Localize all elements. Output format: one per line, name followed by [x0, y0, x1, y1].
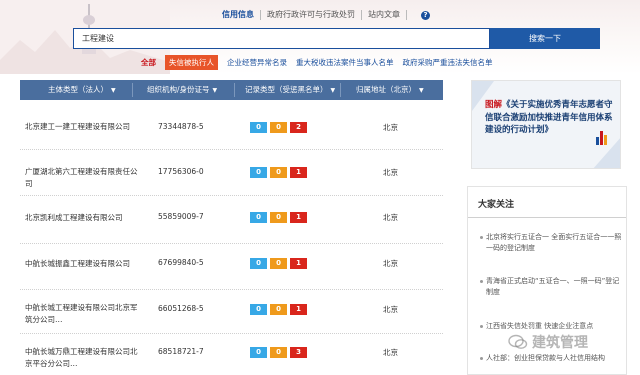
- tab-site-articles[interactable]: 站内文章: [362, 10, 407, 20]
- record-count-badge[interactable]: 0: [270, 212, 287, 223]
- entity-name-link[interactable]: 广厦湖北第六工程建设有限责任公司: [25, 166, 143, 190]
- news-item[interactable]: 人社部：创业担保贷款与人社信用结构: [480, 353, 626, 364]
- org-code: 67699840-5: [158, 258, 204, 267]
- entity-name-link[interactable]: 北京凯利成工程建设有限公司: [25, 212, 143, 224]
- column-record-type[interactable]: 记录类型（受惩黑名单） ▼: [245, 80, 335, 100]
- tab-credit-info[interactable]: 信用信息: [216, 10, 261, 20]
- table-row[interactable]: 中航长城工程建设有限公司北京军筑分公司… 66051268-5 0 0 1 北京: [20, 290, 443, 334]
- news-link[interactable]: 人社部：创业担保贷款与人社信用结构: [486, 354, 605, 362]
- panel-title: 大家关注: [478, 200, 515, 210]
- sort-down-icon: ▼: [419, 87, 424, 94]
- promo-banner[interactable]: 图解《关于实施优秀青年志愿者守信联合激励加快推进青年信用体系建设的行动计划》: [471, 80, 621, 169]
- org-code: 73344878-5: [158, 122, 204, 131]
- record-count-badge[interactable]: 0: [250, 347, 267, 358]
- org-code: 17756306-0: [158, 167, 204, 176]
- news-link[interactable]: 青海省正式启动“五证合一、一照一码”登记制度: [486, 277, 619, 296]
- table-row[interactable]: 中航长城万鼎工程建设有限公司北京平谷分公司… 68518721-7 0 0 3 …: [20, 334, 443, 375]
- divider: [468, 217, 626, 218]
- record-count-badge[interactable]: 3: [290, 347, 307, 358]
- record-count-badge[interactable]: 0: [270, 167, 287, 178]
- entity-name-link[interactable]: 北京建工一建工程建设有限公司: [25, 121, 143, 133]
- header: 信用信息 政府行政许可与行政处罚 站内文章 ? 工程建设 搜索一下 全部 失信被…: [0, 0, 640, 74]
- divider: [340, 83, 341, 97]
- region: 北京: [383, 213, 398, 222]
- filter-tax-violation[interactable]: 重大税收违法案件当事人名单: [296, 57, 394, 68]
- news-item[interactable]: 青海省正式启动“五证合一、一照一码”登记制度: [480, 276, 626, 298]
- bullet-icon: [480, 236, 483, 239]
- column-entity-type[interactable]: 主体类型（法人） ▼: [48, 80, 116, 100]
- news-link[interactable]: 江西省失信处罚重 快速企业注意点: [486, 322, 593, 330]
- region: 北京: [383, 259, 398, 268]
- news-item[interactable]: 江西省失信处罚重 快速企业注意点: [480, 321, 626, 332]
- org-code: 68518721-7: [158, 347, 204, 356]
- wechat-icon: [508, 334, 528, 349]
- promo-prefix: 图解: [485, 100, 503, 110]
- table-row[interactable]: 北京凯利成工程建设有限公司 55859009-7 0 0 1 北京: [20, 196, 443, 244]
- filter-business-abnormal[interactable]: 企业经营异常名录: [227, 57, 287, 68]
- record-count-badge[interactable]: 1: [290, 212, 307, 223]
- record-count-badge[interactable]: 1: [290, 167, 307, 178]
- help-icon[interactable]: ?: [421, 10, 430, 20]
- sort-down-icon: ▼: [330, 87, 336, 94]
- record-count-badge[interactable]: 0: [250, 167, 267, 178]
- news-link[interactable]: 北京将实行五证合一 全面实行五证合一一照一码的登记制度: [486, 233, 621, 252]
- record-badges: 0 0 1: [250, 258, 310, 269]
- promo-title: 图解《关于实施优秀青年志愿者守信联合激励加快推进青年信用体系建设的行动计划》: [485, 99, 613, 137]
- column-label: 主体类型（法人）: [48, 85, 108, 94]
- record-badges: 0 0 3: [250, 347, 310, 358]
- bullet-icon: [480, 357, 483, 360]
- watermark: 建筑管理: [508, 332, 588, 352]
- record-count-badge[interactable]: 2: [290, 122, 307, 133]
- region: 北京: [383, 123, 398, 132]
- search-tabs: 信用信息 政府行政许可与行政处罚 站内文章 ?: [216, 10, 430, 20]
- record-count-badge[interactable]: 0: [250, 212, 267, 223]
- tab-admin-license[interactable]: 政府行政许可与行政处罚: [261, 10, 362, 20]
- entity-name-link[interactable]: 中航长城万鼎工程建设有限公司北京平谷分公司…: [25, 346, 143, 370]
- column-label: 归属地址（北京）: [356, 85, 416, 94]
- column-label: 组织机构/身份证号: [147, 85, 210, 94]
- record-count-badge[interactable]: 1: [290, 258, 307, 269]
- bullet-icon: [480, 280, 483, 283]
- search-input[interactable]: 工程建设: [73, 28, 490, 49]
- record-count-badge[interactable]: 0: [270, 304, 287, 315]
- entity-name-link[interactable]: 中航长城振鑫工程建设有限公司: [25, 258, 143, 270]
- promo-text: 《关于实施优秀青年志愿者守信联合激励加快推进青年信用体系建设的行动计划》: [485, 100, 613, 135]
- filter-procurement-violation[interactable]: 政府采购严重违法失信名单: [403, 57, 493, 68]
- divider: [132, 83, 133, 97]
- record-badges: 0 0 2: [250, 122, 310, 133]
- column-region[interactable]: 归属地址（北京） ▼: [356, 80, 424, 100]
- record-badges: 0 0 1: [250, 304, 310, 315]
- region: 北京: [383, 168, 398, 177]
- filter-bar: 全部 失信被执行人 企业经营异常名录 重大税收违法案件当事人名单 政府采购严重违…: [141, 55, 502, 70]
- table-row[interactable]: 广厦湖北第六工程建设有限责任公司 17756306-0 0 0 1 北京: [20, 150, 443, 196]
- divider: [234, 83, 235, 97]
- org-code: 55859009-7: [158, 212, 204, 221]
- record-count-badge[interactable]: 0: [270, 258, 287, 269]
- search-button[interactable]: 搜索一下: [490, 28, 600, 49]
- watermark-text: 建筑管理: [532, 335, 588, 351]
- table-header: 主体类型（法人） ▼ 组织机构/身份证号 ▼ 记录类型（受惩黑名单） ▼ 归属地址（北…: [20, 80, 443, 100]
- org-code: 66051268-5: [158, 304, 204, 313]
- record-count-badge[interactable]: 0: [250, 122, 267, 133]
- record-count-badge[interactable]: 0: [250, 258, 267, 269]
- table-row[interactable]: 中航长城振鑫工程建设有限公司 67699840-5 0 0 1 北京: [20, 244, 443, 290]
- column-label: 记录类型（受惩黑名单）: [245, 85, 328, 94]
- entity-name-link[interactable]: 中航长城工程建设有限公司北京军筑分公司…: [25, 302, 143, 326]
- table-row[interactable]: 北京建工一建工程建设有限公司 73344878-5 0 0 2 北京: [20, 100, 443, 150]
- sort-down-icon: ▼: [111, 87, 116, 94]
- region: 北京: [383, 348, 398, 357]
- record-count-badge[interactable]: 1: [290, 304, 307, 315]
- record-count-badge[interactable]: 0: [270, 347, 287, 358]
- news-item[interactable]: 北京将实行五证合一 全面实行五证合一一照一码的登记制度: [480, 232, 626, 254]
- filter-all[interactable]: 全部: [141, 57, 156, 68]
- record-count-badge[interactable]: 0: [270, 122, 287, 133]
- record-badges: 0 0 1: [250, 167, 310, 178]
- bullet-icon: [480, 325, 483, 328]
- sort-down-icon: ▼: [212, 87, 218, 94]
- record-count-badge[interactable]: 0: [250, 304, 267, 315]
- column-org-code[interactable]: 组织机构/身份证号 ▼: [147, 80, 217, 100]
- region: 北京: [383, 305, 398, 314]
- filter-dishonest-executee[interactable]: 失信被执行人: [165, 55, 218, 70]
- record-badges: 0 0 1: [250, 212, 310, 223]
